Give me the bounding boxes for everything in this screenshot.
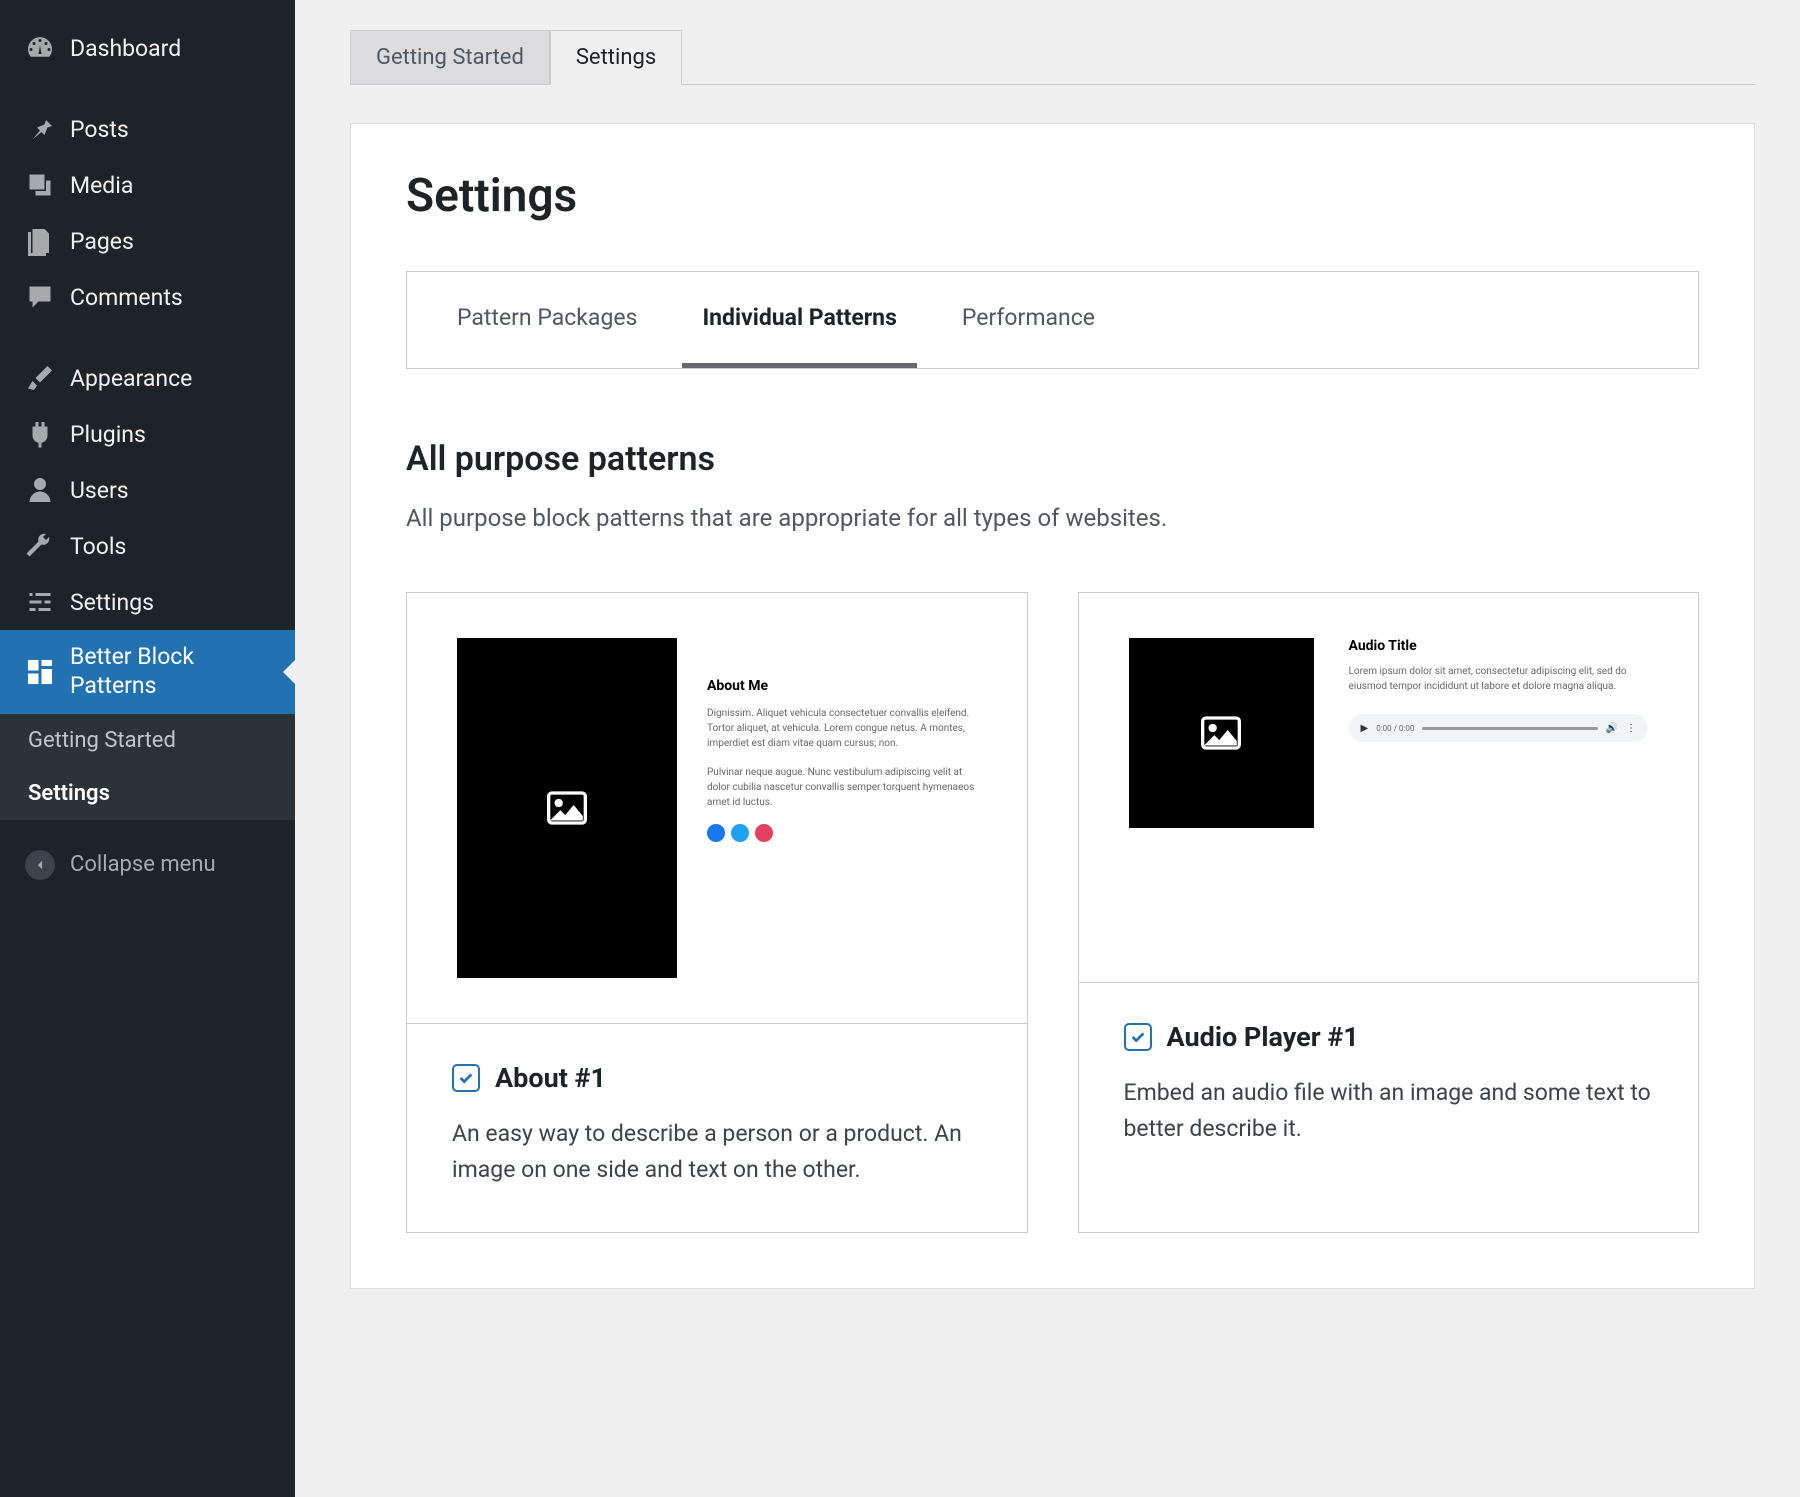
inner-tab-individual[interactable]: Individual Patterns <box>682 272 916 368</box>
tab-getting-started[interactable]: Getting Started <box>350 30 550 84</box>
sidebar-label: Appearance <box>70 365 192 392</box>
social-icons <box>707 824 977 842</box>
volume-icon: 🔊 <box>1606 723 1618 734</box>
pattern-cards: About Me Dignissim. Aliquet vehicula con… <box>406 592 1699 1233</box>
inner-tabs: Pattern Packages Individual Patterns Per… <box>406 271 1699 369</box>
sidebar-item-media[interactable]: Media <box>0 157 295 213</box>
preview-para: Pulvinar neque augue. Nunc vestibulum ad… <box>707 765 977 810</box>
preview-text: About Me Dignissim. Aliquet vehicula con… <box>707 638 977 978</box>
pattern-card-about: About Me Dignissim. Aliquet vehicula con… <box>406 592 1028 1233</box>
image-icon <box>547 791 587 825</box>
pin-icon <box>25 114 55 144</box>
preview-heading: Audio Title <box>1349 638 1649 654</box>
preview-para: Dignissim. Aliquet vehicula consectetuer… <box>707 706 977 751</box>
pattern-checkbox[interactable] <box>452 1064 480 1092</box>
sidebar-label: Dashboard <box>70 35 181 62</box>
facebook-icon <box>707 824 725 842</box>
sidebar-label: Comments <box>70 284 183 311</box>
collapse-icon <box>25 850 55 880</box>
page-title: Settings <box>406 169 1699 223</box>
image-placeholder <box>457 638 677 978</box>
instagram-icon <box>755 824 773 842</box>
more-icon: ⋮ <box>1626 723 1636 734</box>
sidebar-label: Plugins <box>70 421 146 448</box>
pattern-checkbox[interactable] <box>1124 1023 1152 1051</box>
card-header: Audio Player #1 <box>1124 1021 1654 1053</box>
main-content: Getting Started Settings Settings Patter… <box>295 0 1800 1497</box>
sidebar-separator <box>0 76 295 101</box>
inner-tab-performance[interactable]: Performance <box>942 272 1115 368</box>
sidebar-label: Users <box>70 477 129 504</box>
sidebar-item-appearance[interactable]: Appearance <box>0 350 295 406</box>
layout-icon <box>25 657 55 687</box>
card-preview: About Me Dignissim. Aliquet vehicula con… <box>407 593 1027 1024</box>
sidebar-label: Better Block Patterns <box>70 643 194 701</box>
card-body: About #1 An easy way to describe a perso… <box>407 1024 1027 1232</box>
admin-sidebar: Dashboard Posts Media Pages Comments App… <box>0 0 295 1497</box>
media-icon <box>25 170 55 200</box>
dashboard-icon <box>25 33 55 63</box>
brush-icon <box>25 363 55 393</box>
sidebar-separator <box>0 325 295 350</box>
sidebar-item-better-block-patterns[interactable]: Better Block Patterns <box>0 630 295 714</box>
pattern-card-audio: Audio Title Lorem ipsum dolor sit amet, … <box>1078 592 1700 1233</box>
pages-icon <box>25 226 55 256</box>
content-panel: Settings Pattern Packages Individual Pat… <box>350 123 1755 1289</box>
sidebar-item-posts[interactable]: Posts <box>0 101 295 157</box>
sidebar-item-pages[interactable]: Pages <box>0 213 295 269</box>
sliders-icon <box>25 587 55 617</box>
sidebar-submenu: Getting Started Settings <box>0 714 295 820</box>
wrench-icon <box>25 531 55 561</box>
card-preview: Audio Title Lorem ipsum dolor sit amet, … <box>1079 593 1699 983</box>
submenu-getting-started[interactable]: Getting Started <box>0 714 295 767</box>
sidebar-item-tools[interactable]: Tools <box>0 518 295 574</box>
sidebar-label: Media <box>70 172 133 199</box>
play-icon: ▶ <box>1361 723 1369 734</box>
user-icon <box>25 475 55 505</box>
sidebar-label: Pages <box>70 228 134 255</box>
audio-player: ▶ 0:00 / 0:00 🔊 ⋮ <box>1349 714 1649 742</box>
sidebar-item-plugins[interactable]: Plugins <box>0 406 295 462</box>
section-desc: All purpose block patterns that are appr… <box>406 504 1699 532</box>
preview-heading: About Me <box>707 678 977 694</box>
sidebar-item-comments[interactable]: Comments <box>0 269 295 325</box>
sidebar-label: Tools <box>70 533 126 560</box>
sidebar-label: Posts <box>70 116 129 143</box>
card-desc: An easy way to describe a person or a pr… <box>452 1116 982 1187</box>
card-header: About #1 <box>452 1062 982 1094</box>
collapse-menu[interactable]: Collapse menu <box>0 832 295 898</box>
page-tabs: Getting Started Settings <box>350 30 1755 85</box>
card-desc: Embed an audio file with an image and so… <box>1124 1075 1654 1146</box>
preview-text: Audio Title Lorem ipsum dolor sit amet, … <box>1349 638 1649 828</box>
plug-icon <box>25 419 55 449</box>
sidebar-item-dashboard[interactable]: Dashboard <box>0 20 295 76</box>
sidebar-item-users[interactable]: Users <box>0 462 295 518</box>
card-title: About #1 <box>495 1062 606 1094</box>
inner-tab-packages[interactable]: Pattern Packages <box>437 272 657 368</box>
audio-track <box>1422 727 1597 730</box>
image-placeholder <box>1129 638 1314 828</box>
card-body: Audio Player #1 Embed an audio file with… <box>1079 983 1699 1191</box>
image-icon <box>1201 716 1241 750</box>
card-title: Audio Player #1 <box>1167 1021 1359 1053</box>
tab-settings[interactable]: Settings <box>550 30 682 85</box>
preview-para: Lorem ipsum dolor sit amet, consectetur … <box>1349 664 1649 694</box>
twitter-icon <box>731 824 749 842</box>
comments-icon <box>25 282 55 312</box>
sidebar-label: Settings <box>70 589 154 616</box>
section-title: All purpose patterns <box>406 439 1699 479</box>
audio-time: 0:00 / 0:00 <box>1376 724 1414 733</box>
submenu-settings[interactable]: Settings <box>0 767 295 820</box>
sidebar-item-settings[interactable]: Settings <box>0 574 295 630</box>
